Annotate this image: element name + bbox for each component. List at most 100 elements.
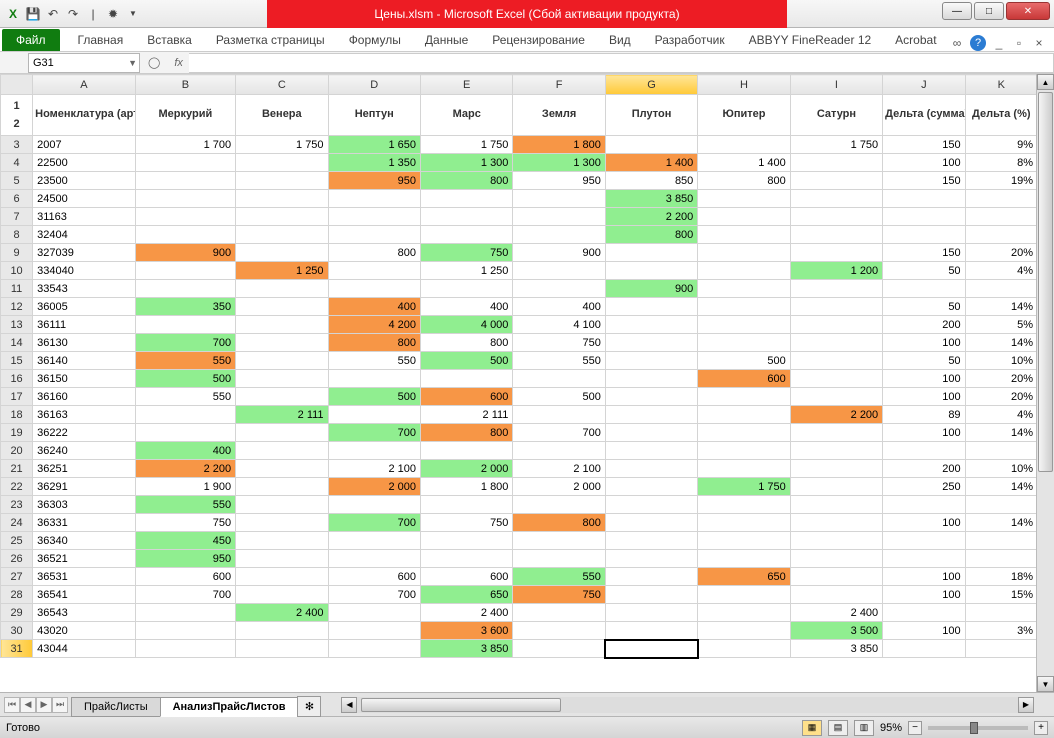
- cell-G25[interactable]: [605, 532, 697, 550]
- sheet-nav-last-icon[interactable]: ⏭: [52, 697, 68, 713]
- cell-H28[interactable]: [698, 586, 790, 604]
- row-header-13[interactable]: 13: [1, 316, 33, 334]
- cell-G30[interactable]: [605, 622, 697, 640]
- tab-3[interactable]: Формулы: [337, 29, 413, 51]
- row-header-11[interactable]: 11: [1, 280, 33, 298]
- row-header-1[interactable]: 12: [1, 95, 33, 136]
- row-header-12[interactable]: 12: [1, 298, 33, 316]
- col-header-C[interactable]: C: [236, 75, 328, 95]
- cell-I3[interactable]: 1 750: [790, 136, 882, 154]
- cell-K11[interactable]: [965, 280, 1036, 298]
- cell-D11[interactable]: [328, 280, 420, 298]
- zoom-slider[interactable]: [928, 726, 1028, 730]
- cell-K25[interactable]: [965, 532, 1036, 550]
- cell-J10[interactable]: 50: [883, 262, 965, 280]
- cell-A15[interactable]: 36140: [33, 352, 135, 370]
- cell-G27[interactable]: [605, 568, 697, 586]
- custom-icon[interactable]: ✹: [104, 5, 122, 23]
- cell-H10[interactable]: [698, 262, 790, 280]
- cell-E19[interactable]: 800: [420, 424, 512, 442]
- horizontal-scrollbar[interactable]: ◀ ▶: [341, 697, 1034, 713]
- cell-A30[interactable]: 43020: [33, 622, 135, 640]
- cell-F8[interactable]: [513, 226, 605, 244]
- cell-B26[interactable]: 950: [135, 550, 235, 568]
- cell-A6[interactable]: 24500: [33, 190, 135, 208]
- cell-E25[interactable]: [420, 532, 512, 550]
- cell-I13[interactable]: [790, 316, 882, 334]
- cell-A8[interactable]: 32404: [33, 226, 135, 244]
- scroll-up-icon[interactable]: ▲: [1037, 74, 1054, 90]
- cell-F7[interactable]: [513, 208, 605, 226]
- cell-D18[interactable]: [328, 406, 420, 424]
- table-header-1[interactable]: Меркурий: [135, 95, 235, 136]
- table-header-10[interactable]: Дельта (%): [965, 95, 1036, 136]
- cell-E3[interactable]: 1 750: [420, 136, 512, 154]
- cell-C14[interactable]: [236, 334, 328, 352]
- cell-G4[interactable]: 1 400: [605, 154, 697, 172]
- cell-I12[interactable]: [790, 298, 882, 316]
- tab-file[interactable]: Файл: [2, 29, 60, 51]
- minimize-button[interactable]: —: [942, 2, 972, 20]
- cell-A10[interactable]: 334040: [33, 262, 135, 280]
- cell-J5[interactable]: 150: [883, 172, 965, 190]
- cell-F15[interactable]: 550: [513, 352, 605, 370]
- cell-B23[interactable]: 550: [135, 496, 235, 514]
- hearts-icon[interactable]: ∞: [950, 36, 964, 50]
- cell-E7[interactable]: [420, 208, 512, 226]
- cell-G23[interactable]: [605, 496, 697, 514]
- cell-E20[interactable]: [420, 442, 512, 460]
- cell-A27[interactable]: 36531: [33, 568, 135, 586]
- cell-F3[interactable]: 1 800: [513, 136, 605, 154]
- cell-D9[interactable]: 800: [328, 244, 420, 262]
- cell-E26[interactable]: [420, 550, 512, 568]
- cell-C9[interactable]: [236, 244, 328, 262]
- cell-J22[interactable]: 250: [883, 478, 965, 496]
- cell-J15[interactable]: 50: [883, 352, 965, 370]
- row-header-22[interactable]: 22: [1, 478, 33, 496]
- cell-A12[interactable]: 36005: [33, 298, 135, 316]
- name-box-dropdown-icon[interactable]: ▼: [128, 58, 137, 68]
- cell-E31[interactable]: 3 850: [420, 640, 512, 658]
- cell-F30[interactable]: [513, 622, 605, 640]
- row-header-19[interactable]: 19: [1, 424, 33, 442]
- cell-F19[interactable]: 700: [513, 424, 605, 442]
- cell-H7[interactable]: [698, 208, 790, 226]
- cell-F10[interactable]: [513, 262, 605, 280]
- cell-D28[interactable]: 700: [328, 586, 420, 604]
- cell-C27[interactable]: [236, 568, 328, 586]
- cell-A20[interactable]: 36240: [33, 442, 135, 460]
- zoom-in-button[interactable]: +: [1034, 721, 1048, 735]
- table-header-8[interactable]: Сатурн: [790, 95, 882, 136]
- view-page-layout-icon[interactable]: ▤: [828, 720, 848, 736]
- cell-C16[interactable]: [236, 370, 328, 388]
- row-header-23[interactable]: 23: [1, 496, 33, 514]
- cell-J21[interactable]: 200: [883, 460, 965, 478]
- cell-C22[interactable]: [236, 478, 328, 496]
- cell-J27[interactable]: 100: [883, 568, 965, 586]
- cell-B5[interactable]: [135, 172, 235, 190]
- cell-J13[interactable]: 200: [883, 316, 965, 334]
- select-all-corner[interactable]: [1, 75, 33, 95]
- col-header-E[interactable]: E: [420, 75, 512, 95]
- cell-I8[interactable]: [790, 226, 882, 244]
- help-icon[interactable]: ?: [970, 35, 986, 51]
- cell-C31[interactable]: [236, 640, 328, 658]
- cell-A18[interactable]: 36163: [33, 406, 135, 424]
- cell-B28[interactable]: 700: [135, 586, 235, 604]
- cell-E10[interactable]: 1 250: [420, 262, 512, 280]
- cell-F21[interactable]: 2 100: [513, 460, 605, 478]
- cell-B16[interactable]: 500: [135, 370, 235, 388]
- cell-B7[interactable]: [135, 208, 235, 226]
- cell-H9[interactable]: [698, 244, 790, 262]
- cell-I5[interactable]: [790, 172, 882, 190]
- cell-J14[interactable]: 100: [883, 334, 965, 352]
- row-header-18[interactable]: 18: [1, 406, 33, 424]
- cell-F13[interactable]: 4 100: [513, 316, 605, 334]
- cell-F5[interactable]: 950: [513, 172, 605, 190]
- cell-G28[interactable]: [605, 586, 697, 604]
- cell-B20[interactable]: 400: [135, 442, 235, 460]
- table-header-5[interactable]: Земля: [513, 95, 605, 136]
- cell-I29[interactable]: 2 400: [790, 604, 882, 622]
- vscroll-thumb[interactable]: [1038, 92, 1053, 472]
- row-header-28[interactable]: 28: [1, 586, 33, 604]
